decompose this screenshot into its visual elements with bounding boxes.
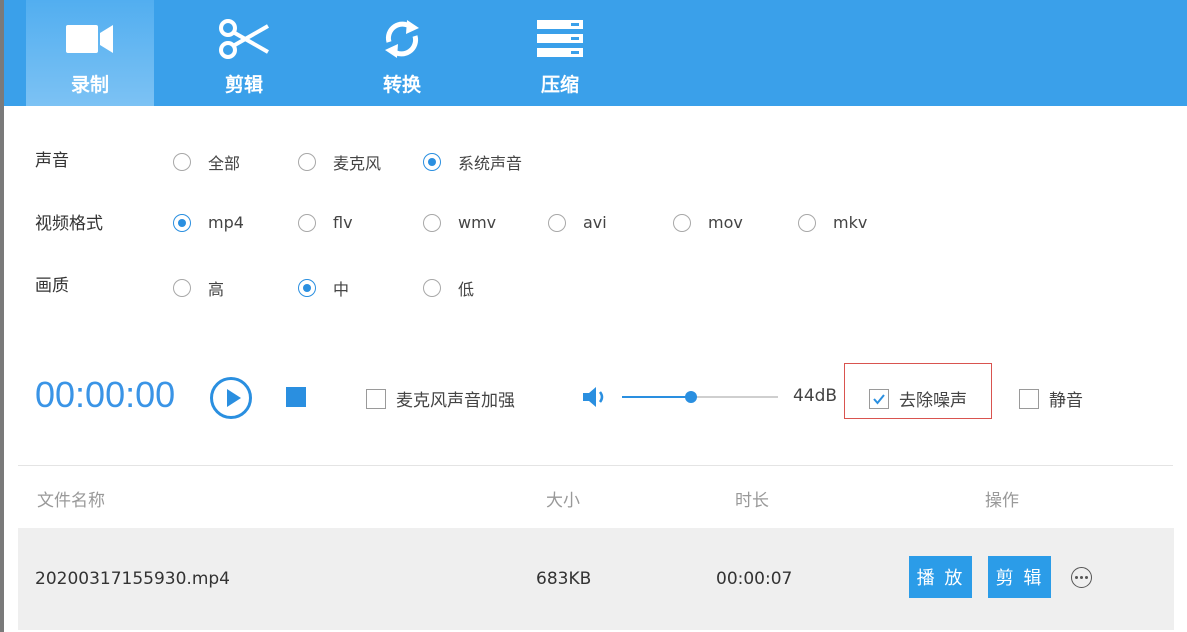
format-option-mkv-label: mkv xyxy=(833,213,868,232)
tab-record-label: 录制 xyxy=(70,74,109,96)
mute-option[interactable]: 静音 xyxy=(1019,386,1083,411)
radio-format-mov[interactable] xyxy=(673,213,691,232)
radio-quality-medium[interactable] xyxy=(298,279,316,297)
speaker-icon[interactable] xyxy=(583,385,609,413)
tab-record[interactable]: 录制 xyxy=(26,0,154,106)
tab-edit[interactable]: 剪辑 xyxy=(180,0,308,106)
radio-format-mkv[interactable] xyxy=(798,213,816,232)
format-option-wmv[interactable]: wmv xyxy=(423,213,496,232)
format-option-mp4-label: mp4 xyxy=(208,213,244,232)
column-header-actions: 操作 xyxy=(985,491,1019,511)
top-toolbar: 录制 剪辑 转换 压缩 xyxy=(4,0,1187,106)
radio-format-mp4[interactable] xyxy=(173,213,191,232)
section-divider xyxy=(18,465,1173,466)
sound-option-system-label: 系统声音 xyxy=(458,154,523,173)
sound-option-system[interactable]: 系统声音 xyxy=(423,150,522,174)
radio-sound-mic[interactable] xyxy=(298,153,316,171)
mute-label: 静音 xyxy=(1049,391,1083,411)
radio-format-flv[interactable] xyxy=(298,213,316,232)
column-header-name: 文件名称 xyxy=(37,491,105,511)
tab-convert[interactable]: 转换 xyxy=(338,0,466,106)
mute-checkbox[interactable] xyxy=(1019,388,1039,409)
play-button[interactable] xyxy=(210,377,252,419)
video-camera-icon xyxy=(26,18,154,60)
stop-button[interactable] xyxy=(286,387,306,407)
more-options-icon[interactable] xyxy=(1071,567,1092,588)
mic-boost-checkbox[interactable] xyxy=(366,388,386,409)
checkmark-icon xyxy=(873,393,885,405)
radio-sound-all[interactable] xyxy=(173,153,191,171)
radio-format-wmv[interactable] xyxy=(423,213,441,232)
volume-slider[interactable] xyxy=(622,391,778,403)
quality-option-medium-label: 中 xyxy=(333,280,350,299)
volume-slider-knob[interactable] xyxy=(684,391,697,403)
convert-refresh-icon xyxy=(338,18,466,60)
edit-file-button[interactable]: 剪 辑 xyxy=(988,556,1051,598)
tab-compress[interactable]: 压缩 xyxy=(496,0,624,106)
radio-sound-system[interactable] xyxy=(423,153,441,171)
tab-compress-label: 压缩 xyxy=(540,74,579,96)
volume-value: 44dB xyxy=(793,386,838,406)
sound-option-mic-label: 麦克风 xyxy=(333,154,382,173)
format-option-mov-label: mov xyxy=(708,213,743,232)
mic-boost-option[interactable]: 麦克风声音加强 xyxy=(366,386,515,411)
tab-edit-label: 剪辑 xyxy=(224,74,263,96)
mic-boost-label: 麦克风声音加强 xyxy=(396,391,515,411)
radio-format-avi[interactable] xyxy=(548,213,566,232)
denoise-option[interactable]: 去除噪声 xyxy=(869,386,967,411)
format-option-avi-label: avi xyxy=(583,213,607,232)
recording-timer: 00:00:00 xyxy=(35,374,176,415)
sound-option-all[interactable]: 全部 xyxy=(173,150,240,174)
column-header-size: 大小 xyxy=(546,491,580,511)
quality-option-high-label: 高 xyxy=(208,280,225,299)
compress-stack-icon xyxy=(496,18,624,60)
format-option-flv-label: flv xyxy=(333,213,353,232)
volume-slider-fill xyxy=(622,396,691,398)
quality-option-high[interactable]: 高 xyxy=(173,276,224,300)
format-option-avi[interactable]: avi xyxy=(548,213,607,232)
column-header-duration: 时长 xyxy=(735,491,769,511)
quality-option-low[interactable]: 低 xyxy=(423,276,474,300)
format-option-mkv[interactable]: mkv xyxy=(798,213,867,232)
radio-quality-low[interactable] xyxy=(423,279,441,297)
sound-option-mic[interactable]: 麦克风 xyxy=(298,150,381,174)
denoise-label: 去除噪声 xyxy=(899,391,967,411)
format-option-mov[interactable]: mov xyxy=(673,213,743,232)
file-name-cell: 20200317155930.mp4 xyxy=(35,569,230,589)
format-option-wmv-label: wmv xyxy=(458,213,497,232)
denoise-checkbox[interactable] xyxy=(869,388,889,409)
tab-convert-label: 转换 xyxy=(382,74,421,96)
file-size-cell: 683KB xyxy=(536,569,592,589)
sound-label: 声音 xyxy=(35,151,69,171)
sound-option-all-label: 全部 xyxy=(208,154,241,173)
format-option-mp4[interactable]: mp4 xyxy=(173,213,244,232)
format-option-flv[interactable]: flv xyxy=(298,213,353,232)
file-duration-cell: 00:00:07 xyxy=(716,569,793,589)
scissors-icon xyxy=(180,18,308,60)
play-file-button[interactable]: 播 放 xyxy=(909,556,972,598)
format-label: 视频格式 xyxy=(35,214,103,234)
quality-option-medium[interactable]: 中 xyxy=(298,276,349,300)
radio-quality-high[interactable] xyxy=(173,279,191,297)
quality-label: 画质 xyxy=(35,276,69,296)
quality-option-low-label: 低 xyxy=(458,280,475,299)
